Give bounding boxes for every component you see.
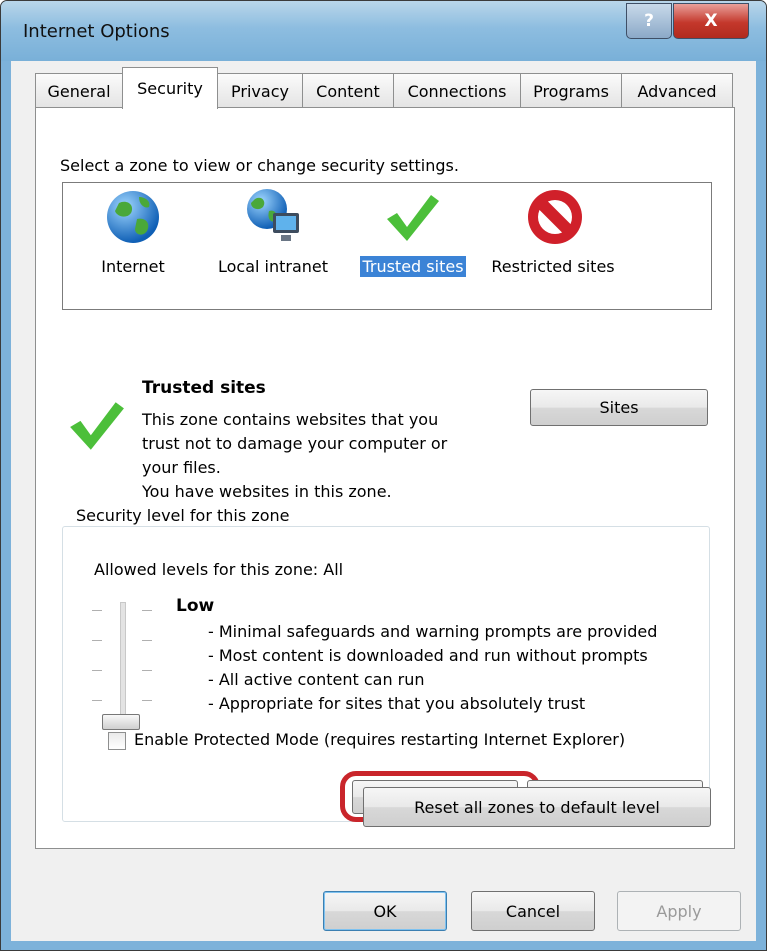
slider-tick: [142, 610, 152, 611]
slider-tick: [92, 610, 102, 611]
reset-all-zones-button[interactable]: Reset all zones to default level: [363, 787, 711, 827]
zone-info-line: You have websites in this zone.: [142, 482, 392, 501]
protected-mode-label[interactable]: Enable Protected Mode (requires restarti…: [134, 730, 625, 749]
dialog-client-area: General Security Privacy Content Connect…: [11, 61, 756, 941]
tab-privacy[interactable]: Privacy: [217, 73, 303, 108]
zone-local-intranet[interactable]: Local intranet: [203, 183, 343, 309]
tab-programs[interactable]: Programs: [520, 73, 622, 108]
close-button[interactable]: X: [673, 3, 749, 39]
security-level-group-title: Security level for this zone: [74, 506, 296, 525]
zone-info-line: your files.: [142, 458, 221, 477]
cancel-button[interactable]: Cancel: [471, 891, 595, 931]
window-frame-bottom: [1, 941, 766, 950]
protected-mode-checkbox[interactable]: [108, 732, 126, 750]
security-level-name: Low: [176, 596, 215, 616]
tab-security[interactable]: Security: [122, 67, 218, 109]
green-checkmark-icon: [387, 195, 439, 241]
window-title: Internet Options: [23, 21, 170, 42]
zone-internet[interactable]: Internet: [63, 183, 203, 309]
security-level-bullet: - Minimal safeguards and warning prompts…: [208, 622, 658, 641]
security-level-slider[interactable]: [92, 602, 152, 738]
zone-list: Internet Local intranet Trusted sites Re…: [62, 182, 712, 310]
zone-info-line: This zone contains websites that you: [142, 410, 439, 429]
slider-thumb[interactable]: [102, 714, 140, 730]
slider-tick: [92, 700, 102, 701]
tab-connections[interactable]: Connections: [393, 73, 521, 108]
tab-general[interactable]: General: [35, 73, 123, 108]
restricted-icon: [528, 190, 582, 244]
trusted-sites-checkmark-icon: [70, 402, 124, 450]
intranet-icon: [247, 189, 299, 241]
security-level-bullet: - Most content is downloaded and run wit…: [208, 646, 648, 665]
zone-restricted-sites-label: Restricted sites: [491, 257, 615, 276]
help-button[interactable]: ?: [626, 3, 672, 39]
title-bar[interactable]: Internet Options ? X: [1, 1, 766, 61]
zone-prompt: Select a zone to view or change security…: [60, 156, 459, 175]
tab-content[interactable]: Content: [302, 73, 394, 108]
window-frame-left: [1, 61, 11, 950]
security-level-bullet: - All active content can run: [208, 670, 425, 689]
allowed-levels-text: Allowed levels for this zone: All: [94, 560, 344, 579]
zone-info-line: trust not to damage your computer or: [142, 434, 448, 453]
zone-local-intranet-label: Local intranet: [217, 257, 329, 276]
sites-button[interactable]: Sites: [530, 389, 708, 426]
globe-icon: [107, 191, 159, 243]
slider-tick: [142, 640, 152, 641]
zone-trusted-sites-label: Trusted sites: [360, 256, 466, 277]
zone-restricted-sites[interactable]: Restricted sites: [483, 183, 623, 309]
security-level-description: - Minimal safeguards and warning prompts…: [208, 620, 657, 716]
slider-tick: [142, 700, 152, 701]
slider-tick: [142, 670, 152, 671]
zone-internet-label: Internet: [101, 257, 165, 276]
zone-info-description: This zone contains websites that you tru…: [142, 408, 447, 504]
apply-button[interactable]: Apply: [617, 891, 741, 931]
security-tab-panel: Select a zone to view or change security…: [35, 107, 735, 849]
internet-options-dialog: Internet Options ? X General Security Pr…: [0, 0, 767, 951]
slider-track: [120, 602, 126, 728]
tab-advanced[interactable]: Advanced: [621, 73, 733, 108]
zone-trusted-sites[interactable]: Trusted sites: [343, 183, 483, 309]
ok-button[interactable]: OK: [323, 891, 447, 931]
slider-tick: [92, 670, 102, 671]
window-frame-right: [756, 61, 766, 950]
help-icon: ?: [644, 11, 654, 31]
security-level-bullet: - Appropriate for sites that you absolut…: [208, 694, 586, 713]
close-icon: X: [704, 11, 718, 31]
slider-tick: [92, 640, 102, 641]
zone-info-title: Trusted sites: [142, 378, 266, 398]
